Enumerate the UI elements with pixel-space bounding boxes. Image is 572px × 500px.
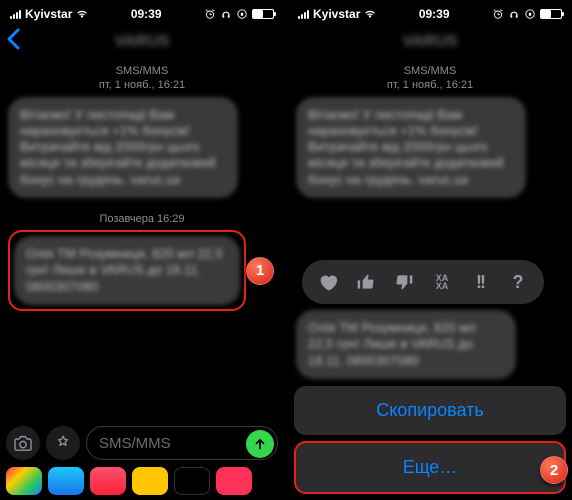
thread-title: VARUS [115,33,170,51]
compose-input[interactable]: SMS/MMS [86,426,278,460]
message-bubble[interactable]: Вітаємо! У листопаді Вам нараховується +… [8,97,238,198]
reaction-thumbsdown-icon[interactable] [392,270,416,294]
clock: 09:39 [131,7,162,21]
screenshot-left: Kyivstar 09:39 VARUS SMS/MMS пт, 1 нояб.… [0,0,284,500]
app-icon[interactable] [216,467,252,495]
message-bubble[interactable]: Вітаємо! У листопаді Вам нараховується +… [296,97,526,198]
back-button[interactable] [6,28,20,50]
send-button[interactable] [246,430,274,458]
callout-badge-2: 2 [540,456,568,484]
camera-button[interactable] [6,426,40,460]
battery-icon [252,9,274,19]
alarm-icon [204,8,216,20]
signal-icon [10,10,21,19]
alarm-icon [492,8,504,20]
headphones-icon [220,8,232,20]
appstore-button[interactable] [46,426,80,460]
music-app-icon[interactable] [90,467,126,495]
time-divider: Позавчера 16:29 [8,212,276,226]
rotation-lock-icon [524,8,536,20]
message-bubble[interactable]: Олія ТМ Розумниця, 820 мл 22,5 грн! Лише… [14,236,240,305]
headphones-icon [508,8,520,20]
clock: 09:39 [419,7,450,21]
app-drawer[interactable] [6,464,278,498]
wifi-icon [364,8,376,20]
rotation-lock-icon [236,8,248,20]
nav-bar: VARUS [288,24,572,60]
thread-title: VARUS [403,33,458,51]
nav-bar: VARUS [0,24,284,60]
thread-meta: SMS/MMS пт, 1 нояб., 16:21 [296,64,564,93]
appstore-app-icon[interactable] [48,467,84,495]
screenshot-right: Kyivstar 09:39 VARUS SMS/MMS пт, 1 нояб.… [288,0,572,500]
reaction-thumbsup-icon[interactable] [354,270,378,294]
action-copy[interactable]: Скопировать [294,386,566,435]
action-sheet: Скопировать Еще… 2 [294,386,566,494]
conversation: SMS/MMS пт, 1 нояб., 16:21 Вітаємо! У ли… [288,60,572,198]
status-bar: Kyivstar 09:39 [0,0,284,24]
message-bubble-focused[interactable]: Олія ТМ Розумниця, 820 мл 22,5 грн! Лише… [296,310,516,379]
compose-bar: SMS/MMS [0,422,284,500]
photos-app-icon[interactable] [6,467,42,495]
wifi-icon [76,8,88,20]
signal-icon [298,10,309,19]
reaction-haha-icon[interactable]: XA XA [430,270,454,294]
reaction-bar[interactable]: XA XA !! ? [302,260,544,304]
status-bar: Kyivstar 09:39 [288,0,572,24]
conversation: SMS/MMS пт, 1 нояб., 16:21 Вітаємо! У ли… [0,60,284,311]
digitaltouch-app-icon[interactable] [174,467,210,495]
selected-message-highlight: Олія ТМ Розумниця, 820 мл 22,5 грн! Лише… [8,230,246,311]
action-more[interactable]: Еще… [294,441,566,494]
thread-meta: SMS/MMS пт, 1 нояб., 16:21 [8,64,276,93]
carrier-label: Kyivstar [25,7,72,21]
compose-placeholder: SMS/MMS [99,435,171,452]
reaction-heart-icon[interactable] [316,270,340,294]
carrier-label: Kyivstar [313,7,360,21]
reaction-question-icon[interactable]: ? [506,270,530,294]
memoji-app-icon[interactable] [132,467,168,495]
callout-badge-1: 1 [246,257,274,285]
battery-icon [540,9,562,19]
reaction-exclaim-icon[interactable]: !! [468,270,492,294]
